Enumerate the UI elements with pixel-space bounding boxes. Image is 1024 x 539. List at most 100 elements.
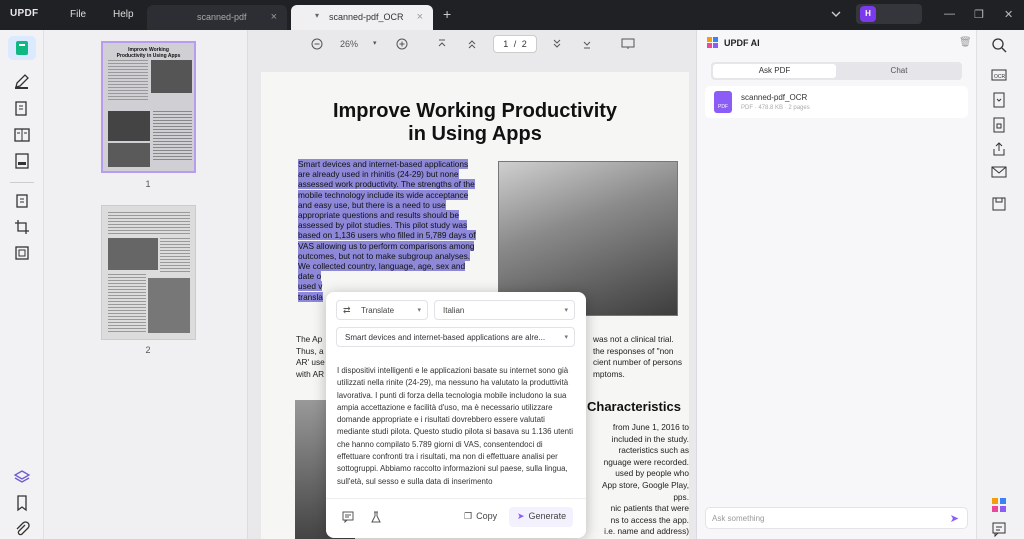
protect-file-icon[interactable]: [991, 117, 1007, 133]
zoom-level[interactable]: 26%: [340, 39, 358, 49]
email-icon[interactable]: [991, 164, 1007, 180]
last-page-icon[interactable]: [581, 38, 593, 50]
source-text-select[interactable]: Smart devices and internet-based applica…: [336, 327, 575, 347]
zoom-dropdown-icon[interactable]: ▾: [373, 39, 377, 47]
flask-icon[interactable]: [370, 511, 382, 523]
menu-help[interactable]: Help: [113, 9, 134, 20]
app-logo[interactable]: UPDF: [10, 8, 38, 19]
text-line: nic patients that were: [610, 503, 689, 514]
page-tools-icon[interactable]: [13, 244, 31, 262]
text-line: are already used in rhinitis (24-29) but…: [298, 169, 485, 180]
text-line: We collected country, language, age, sex…: [298, 261, 485, 272]
next-page-icon[interactable]: [551, 38, 563, 50]
restore-icon[interactable]: ❐: [974, 8, 984, 21]
search-icon[interactable]: [991, 37, 1007, 53]
thumb-image: [108, 143, 150, 167]
ask-input[interactable]: Ask something ➤: [705, 507, 968, 529]
generate-button[interactable]: ➤ Generate: [509, 507, 573, 527]
new-tab-button[interactable]: +: [443, 6, 451, 22]
pdf-file-icon: PDF: [714, 91, 732, 113]
highlight-span: date o: [298, 271, 322, 282]
language-select[interactable]: Italian ▾: [434, 300, 575, 320]
chevron-down-icon[interactable]: [830, 8, 842, 20]
comment-list-icon[interactable]: [991, 521, 1007, 537]
zoom-in-icon[interactable]: [396, 38, 408, 50]
thumb-image: [148, 278, 190, 333]
chevron-down-icon: ▾: [417, 307, 421, 314]
highlight-span: used v: [298, 281, 323, 292]
text-line: based on 1,136 users who filled in 5,789…: [298, 230, 485, 241]
chevron-down-icon: ▾: [564, 334, 568, 341]
send-icon: ➤: [517, 511, 525, 521]
text-line: used by people who: [615, 468, 689, 479]
thumb-text: [160, 238, 190, 272]
edit-icon[interactable]: [13, 100, 31, 118]
close-icon[interactable]: ×: [271, 11, 277, 23]
translation-output[interactable]: I dispositivi intelligenti e le applicaz…: [337, 365, 573, 495]
file-name: scanned-pdf_OCR: [741, 93, 808, 102]
mode-select[interactable]: ⇄ Translate ▾: [336, 300, 428, 320]
right-paragraph: was not a clinical trial. the responses o…: [593, 334, 689, 380]
bookmark-icon[interactable]: [13, 494, 31, 512]
highlight-span: and easy use, but there is a need to use: [298, 199, 446, 210]
text-line: VAS allowing us to perform comparisons a…: [298, 240, 485, 251]
save-icon[interactable]: [991, 196, 1007, 212]
send-icon[interactable]: ➤: [950, 512, 959, 525]
text-line: was not a clinical trial.: [593, 334, 674, 344]
section-heading: Characteristics: [587, 399, 681, 414]
crop-icon[interactable]: [13, 218, 31, 236]
highlight-span: appropriate questions and results should…: [298, 210, 459, 221]
file-card[interactable]: PDF scanned-pdf_OCR PDF · 478.8 KB · 2 p…: [705, 86, 968, 118]
text-line: i.e. name and address): [604, 526, 689, 537]
title-bar: UPDF File Help scanned-pdf × ▾ scanned-p…: [0, 0, 1024, 30]
popup-divider: [326, 498, 586, 499]
close-window-icon[interactable]: ✕: [1004, 8, 1013, 21]
thumb-text: [153, 111, 192, 161]
tab-label: scanned-pdf: [197, 12, 247, 22]
thumb-image: [151, 60, 192, 93]
organize-icon[interactable]: [13, 126, 31, 144]
highlighted-paragraph[interactable]: Smart devices and internet-based applica…: [298, 159, 485, 302]
tab-scanned-pdf-ocr[interactable]: ▾ scanned-pdf_OCR ×: [291, 5, 433, 30]
tab-scanned-pdf[interactable]: scanned-pdf ×: [147, 5, 287, 30]
close-icon[interactable]: ×: [417, 11, 423, 23]
protect-icon[interactable]: [13, 192, 31, 210]
text-line: assessed by pilot studies. This pilot st…: [298, 220, 485, 231]
form-icon[interactable]: [13, 152, 31, 170]
zoom-out-icon[interactable]: [311, 38, 323, 50]
tab-ask-pdf[interactable]: Ask PDF: [713, 64, 836, 78]
doc-title-line-2: in Using Apps: [408, 123, 542, 145]
menu-file[interactable]: File: [70, 9, 86, 20]
layers-icon[interactable]: [13, 468, 31, 486]
chat-icon[interactable]: [342, 511, 354, 523]
presentation-icon[interactable]: [621, 38, 635, 50]
updf-ai-icon[interactable]: [991, 497, 1007, 513]
text-line: used v: [298, 281, 485, 292]
highlight-span: mobile technology include its wide accep…: [298, 189, 469, 200]
highlight-span: are already used in rhinitis (24-29) but…: [298, 169, 459, 180]
comment-icon[interactable]: [13, 72, 31, 90]
attachment-icon[interactable]: [13, 520, 31, 538]
minimize-icon[interactable]: —: [944, 8, 955, 20]
thumbnail-page-2[interactable]: [101, 205, 196, 340]
convert-icon[interactable]: [991, 92, 1007, 108]
text-line: mobile technology include its wide accep…: [298, 189, 485, 200]
ai-panel-title: UPDF AI: [724, 38, 760, 48]
reader-icon[interactable]: [8, 36, 36, 60]
ocr-icon[interactable]: OCR: [991, 67, 1007, 83]
tab-chat[interactable]: Chat: [838, 64, 960, 78]
thumbnail-page-1[interactable]: Improve Working Productivity in Using Ap…: [101, 41, 196, 173]
text-line: and easy use, but there is a need to use: [298, 199, 485, 210]
previous-page-icon[interactable]: [466, 38, 478, 50]
text-line: outcomes, but not to make subgroup analy…: [298, 250, 485, 261]
share-icon[interactable]: [991, 141, 1007, 157]
user-badge[interactable]: H: [856, 4, 922, 24]
source-text: Smart devices and internet-based applica…: [345, 333, 546, 342]
translate-icon: ⇄: [343, 305, 351, 315]
copy-button[interactable]: ❐ Copy: [464, 511, 497, 522]
divider: [10, 182, 34, 183]
text-line: mptoms.: [593, 368, 625, 379]
page-input[interactable]: 1 / 2: [493, 35, 537, 53]
first-page-icon[interactable]: [436, 38, 448, 50]
clean-icon[interactable]: 🗑: [959, 37, 972, 48]
